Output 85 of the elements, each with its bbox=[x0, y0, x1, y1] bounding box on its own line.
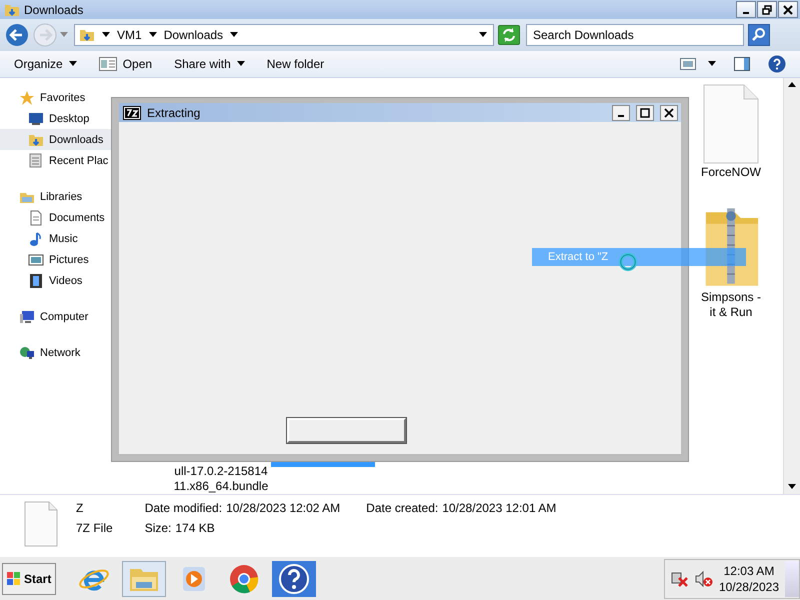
caret-icon bbox=[236, 60, 245, 67]
taskbar-app[interactable] bbox=[272, 560, 316, 596]
nav-item[interactable]: Videos bbox=[0, 270, 160, 291]
nav-group-item[interactable]: Libraries bbox=[0, 186, 160, 207]
nav-item[interactable]: Documents bbox=[0, 207, 160, 228]
nav-icon bbox=[28, 110, 44, 126]
nav-group-item[interactable]: Network bbox=[0, 342, 160, 363]
detail-label: Date created: bbox=[366, 501, 438, 515]
toolbar-button[interactable]: Open bbox=[90, 52, 160, 76]
close-button[interactable] bbox=[660, 104, 678, 120]
maximize-button[interactable] bbox=[636, 104, 654, 120]
refresh-icon bbox=[501, 27, 517, 43]
detail-value: 174 KB bbox=[175, 521, 215, 535]
nav-group-item[interactable]: Computer bbox=[0, 306, 160, 327]
nav-icon bbox=[28, 252, 44, 268]
scrollbar[interactable] bbox=[783, 78, 800, 494]
minimize-icon bbox=[743, 12, 749, 14]
search-button[interactable] bbox=[748, 24, 770, 46]
toolbar-button[interactable]: Organize bbox=[6, 52, 85, 76]
nav-icon bbox=[19, 344, 35, 360]
drag-tooltip: Extract to "Z bbox=[532, 248, 746, 266]
minimize-button[interactable] bbox=[612, 104, 630, 120]
nav-icon bbox=[28, 230, 44, 246]
nav-icon bbox=[28, 272, 44, 288]
nav-item[interactable]: Pictures bbox=[0, 249, 160, 270]
folder-icon bbox=[79, 27, 95, 43]
close-icon bbox=[664, 108, 674, 118]
nav-group-item[interactable]: Favorites bbox=[0, 87, 160, 108]
nav-item[interactable]: Recent Plac bbox=[0, 150, 160, 171]
window-title: Downloads bbox=[24, 2, 84, 17]
help-icon bbox=[768, 54, 786, 73]
search-field[interactable]: Search Downloads bbox=[526, 24, 744, 46]
caret-icon[interactable] bbox=[708, 60, 716, 67]
nav-item[interactable]: Music bbox=[0, 228, 160, 249]
caret-icon[interactable] bbox=[230, 32, 238, 38]
history-dropdown-icon[interactable] bbox=[60, 32, 68, 38]
dialog-title: Extracting bbox=[147, 106, 200, 120]
nav-icon bbox=[28, 152, 44, 168]
windows-logo-icon bbox=[7, 572, 21, 586]
nav-icon bbox=[28, 210, 44, 226]
open-icon bbox=[98, 56, 117, 71]
app-icon bbox=[228, 562, 260, 594]
toolbar-button[interactable]: Share with bbox=[166, 52, 253, 76]
close-button[interactable] bbox=[778, 1, 798, 18]
minimize-button[interactable] bbox=[736, 1, 756, 18]
caret-icon[interactable] bbox=[148, 32, 157, 38]
caret-icon[interactable] bbox=[479, 32, 487, 38]
network-error-icon[interactable] bbox=[670, 570, 689, 588]
detail-value: 10/28/2023 12:02 AM bbox=[226, 501, 340, 515]
search-icon bbox=[751, 27, 767, 43]
address-bar[interactable]: VM1 Downloads bbox=[74, 24, 494, 46]
view-icon bbox=[680, 58, 696, 70]
file-label[interactable]: ForceNOW bbox=[695, 164, 767, 181]
document-icon bbox=[703, 84, 759, 164]
scroll-up-icon[interactable] bbox=[788, 82, 796, 88]
detail-label: Size: bbox=[144, 521, 172, 535]
restore-button[interactable] bbox=[757, 1, 777, 18]
refresh-button[interactable] bbox=[498, 25, 520, 45]
app-icon bbox=[278, 562, 310, 594]
detail-value: 10/28/2023 12:01 AM bbox=[442, 501, 556, 515]
toolbar-button[interactable]: New folder bbox=[258, 52, 332, 76]
close-icon bbox=[783, 4, 793, 15]
blank-button[interactable] bbox=[287, 418, 406, 443]
speaker-muted-icon[interactable] bbox=[694, 570, 713, 588]
restore-icon bbox=[762, 4, 772, 15]
pane-icon bbox=[734, 56, 750, 71]
app-icon bbox=[123, 106, 141, 120]
file-label[interactable]: ull-17.0.2-215814 11.x86_64.bundle bbox=[168, 463, 274, 494]
caret-icon[interactable] bbox=[102, 32, 110, 38]
detail-label: Date modified: bbox=[144, 501, 222, 515]
maximize-icon bbox=[640, 108, 650, 118]
file-icon bbox=[24, 501, 58, 547]
minimize-icon bbox=[618, 114, 624, 116]
file-label[interactable]: Simpsons - it & Run bbox=[694, 289, 768, 321]
start-button[interactable]: Start bbox=[2, 562, 56, 594]
scroll-down-icon[interactable] bbox=[788, 484, 796, 490]
breadcrumb[interactable]: VM1 bbox=[117, 28, 142, 42]
file-name: Z bbox=[76, 501, 84, 515]
busy-cursor-icon bbox=[618, 252, 638, 272]
breadcrumb[interactable]: Downloads bbox=[164, 28, 224, 42]
back-button[interactable] bbox=[4, 22, 30, 48]
caret-icon bbox=[68, 60, 77, 67]
nav-icon bbox=[19, 90, 35, 106]
nav-icon bbox=[19, 308, 35, 324]
file-type: 7Z File bbox=[76, 521, 113, 535]
